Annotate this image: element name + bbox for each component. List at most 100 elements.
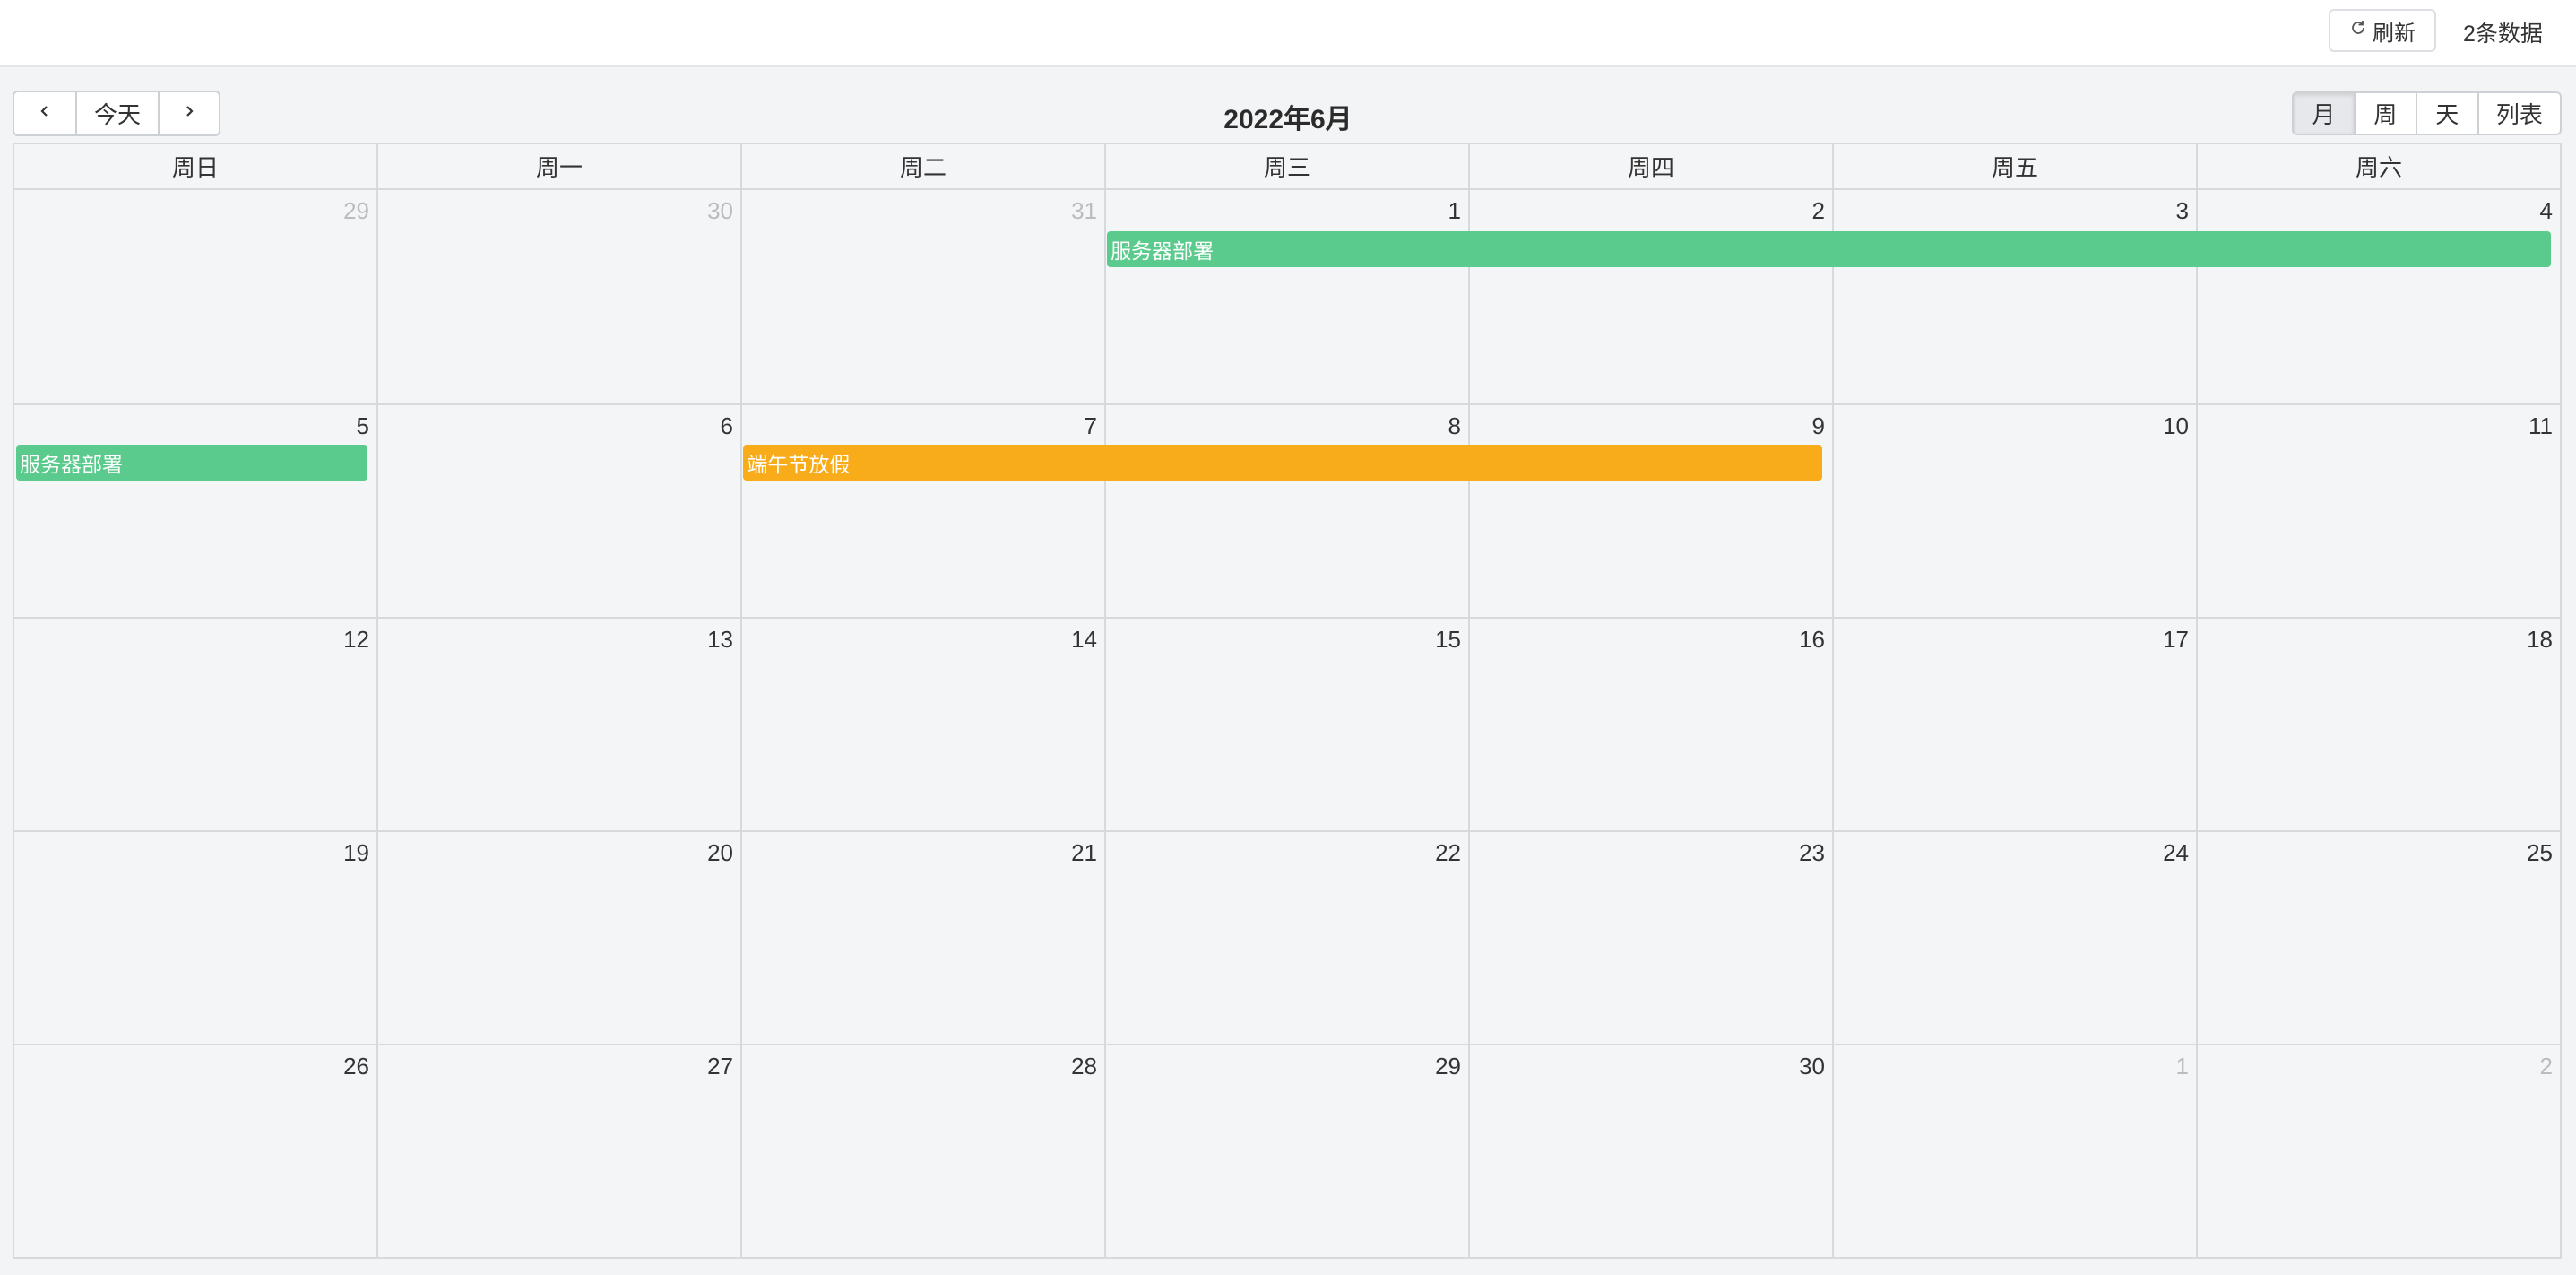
chevron-left-icon xyxy=(35,100,55,127)
day-cell[interactable]: 24 xyxy=(1832,832,2196,1044)
weekday-thu: 周四 xyxy=(1468,144,1832,188)
day-number[interactable]: 30 xyxy=(1799,1053,1825,1080)
refresh-icon xyxy=(2349,18,2367,43)
day-cell[interactable]: 30 xyxy=(376,190,740,403)
day-number[interactable]: 16 xyxy=(1799,626,1825,654)
day-number[interactable]: 2 xyxy=(2540,1053,2553,1080)
day-cell[interactable]: 8 xyxy=(1104,405,1468,617)
weekday-wed: 周三 xyxy=(1104,144,1468,188)
day-number[interactable]: 21 xyxy=(1071,839,1097,867)
calendar-week-row: 5 6 7 8 9 10 11 xyxy=(14,403,2560,617)
day-cell[interactable]: 18 xyxy=(2196,619,2560,830)
day-number[interactable]: 11 xyxy=(2528,412,2553,440)
day-cell[interactable]: 31 xyxy=(740,190,1104,403)
day-number[interactable]: 1 xyxy=(1448,197,1461,225)
day-number[interactable]: 23 xyxy=(1799,839,1825,867)
day-cell[interactable]: 29 xyxy=(1104,1045,1468,1257)
day-number[interactable]: 19 xyxy=(343,839,369,867)
day-number[interactable]: 9 xyxy=(1812,412,1825,440)
day-number[interactable]: 1 xyxy=(2176,1053,2189,1080)
day-number[interactable]: 14 xyxy=(1071,626,1097,654)
day-number[interactable]: 31 xyxy=(1071,197,1097,225)
weekday-sun: 周日 xyxy=(171,154,219,181)
day-cell[interactable]: 7 xyxy=(740,405,1104,617)
view-day-button[interactable]: 天 xyxy=(2415,93,2477,134)
day-cell[interactable]: 2 xyxy=(1468,190,1832,403)
day-number[interactable]: 8 xyxy=(1448,412,1461,440)
day-cell[interactable]: 5 xyxy=(14,405,376,617)
calendar-title: 2022年6月 xyxy=(1223,105,1353,134)
day-cell[interactable]: 26 xyxy=(14,1045,376,1257)
next-button[interactable] xyxy=(158,92,219,134)
day-cell[interactable]: 22 xyxy=(1104,832,1468,1044)
day-number[interactable]: 22 xyxy=(1435,839,1461,867)
prev-button[interactable] xyxy=(14,92,75,134)
day-number[interactable]: 2 xyxy=(1812,197,1825,225)
view-month-button[interactable]: 月 xyxy=(2294,93,2354,134)
day-cell[interactable]: 25 xyxy=(2196,832,2560,1044)
day-cell[interactable]: 23 xyxy=(1468,832,1832,1044)
day-number[interactable]: 24 xyxy=(2163,839,2189,867)
refresh-label: 刷新 xyxy=(2373,21,2416,46)
calendar-week-row: 26 27 28 29 30 1 2 xyxy=(14,1044,2560,1257)
day-cell[interactable]: 30 xyxy=(1468,1045,1832,1257)
day-number[interactable]: 10 xyxy=(2163,412,2189,440)
refresh-button[interactable]: 刷新 xyxy=(2329,9,2436,52)
record-count: 2条数据 xyxy=(2463,22,2543,47)
event-bar[interactable]: 服务器部署 xyxy=(1107,231,2551,267)
day-number[interactable]: 26 xyxy=(343,1053,369,1080)
day-number[interactable]: 12 xyxy=(343,626,369,654)
day-cell[interactable]: 11 xyxy=(2196,405,2560,617)
day-cell[interactable]: 15 xyxy=(1104,619,1468,830)
today-button[interactable]: 今天 xyxy=(75,92,158,134)
day-number[interactable]: 20 xyxy=(707,839,733,867)
chevron-right-icon xyxy=(179,100,199,127)
day-cell[interactable]: 21 xyxy=(740,832,1104,1044)
day-number[interactable]: 29 xyxy=(1435,1053,1461,1080)
day-cell[interactable]: 12 xyxy=(14,619,376,830)
day-cell[interactable]: 16 xyxy=(1468,619,1832,830)
day-number[interactable]: 4 xyxy=(2540,197,2553,225)
day-cell[interactable]: 1 xyxy=(1832,1045,2196,1257)
view-week-button[interactable]: 周 xyxy=(2353,93,2416,134)
day-number[interactable]: 3 xyxy=(2176,197,2189,225)
day-cell[interactable]: 4 xyxy=(2196,190,2560,403)
day-number[interactable]: 27 xyxy=(707,1053,733,1080)
day-cell[interactable]: 27 xyxy=(376,1045,740,1257)
day-cell[interactable]: 10 xyxy=(1832,405,2196,617)
day-cell[interactable]: 17 xyxy=(1832,619,2196,830)
weekday-fri: 周五 xyxy=(1832,144,2196,188)
day-cell[interactable]: 19 xyxy=(14,832,376,1044)
weekday-mon: 周一 xyxy=(376,144,740,188)
day-number[interactable]: 18 xyxy=(2527,626,2553,654)
day-number[interactable]: 7 xyxy=(1085,412,1097,440)
calendar-week-row: 19 20 21 22 23 24 25 xyxy=(14,830,2560,1044)
day-number[interactable]: 29 xyxy=(343,197,369,225)
day-cell[interactable]: 3 xyxy=(1832,190,2196,403)
day-number[interactable]: 25 xyxy=(2527,839,2553,867)
day-number[interactable]: 6 xyxy=(721,412,733,440)
event-bar[interactable]: 端午节放假 xyxy=(743,445,1822,481)
day-cell[interactable]: 20 xyxy=(376,832,740,1044)
day-cell[interactable]: 2 xyxy=(2196,1045,2560,1257)
day-cell[interactable]: 9 xyxy=(1468,405,1832,617)
top-header: 刷新 2条数据 xyxy=(0,0,2576,67)
day-number[interactable]: 17 xyxy=(2163,626,2189,654)
day-cell[interactable]: 29 xyxy=(14,190,376,403)
day-number[interactable]: 13 xyxy=(707,626,733,654)
day-number[interactable]: 30 xyxy=(707,197,733,225)
day-cell[interactable]: 13 xyxy=(376,619,740,830)
day-number[interactable]: 28 xyxy=(1071,1053,1097,1080)
calendar-week-row: 12 13 14 15 16 17 18 xyxy=(14,617,2560,830)
day-cell[interactable]: 28 xyxy=(740,1045,1104,1257)
nav-button-group: 今天 xyxy=(13,91,220,136)
day-cell[interactable]: 14 xyxy=(740,619,1104,830)
event-bar[interactable]: 服务器部署 xyxy=(16,445,367,481)
view-list-button[interactable]: 列表 xyxy=(2477,93,2560,134)
day-cell[interactable]: 1 xyxy=(1104,190,1468,403)
day-number[interactable]: 15 xyxy=(1435,626,1461,654)
weekday-sat: 周六 xyxy=(2196,144,2560,188)
day-number[interactable]: 5 xyxy=(357,412,369,440)
day-cell[interactable]: 6 xyxy=(376,405,740,617)
calendar-weeks: 29 30 31 1 2 3 4 5 6 7 8 9 10 11 12 13 14 15 16 17 18 19 20 21 2… xyxy=(14,190,2560,1257)
